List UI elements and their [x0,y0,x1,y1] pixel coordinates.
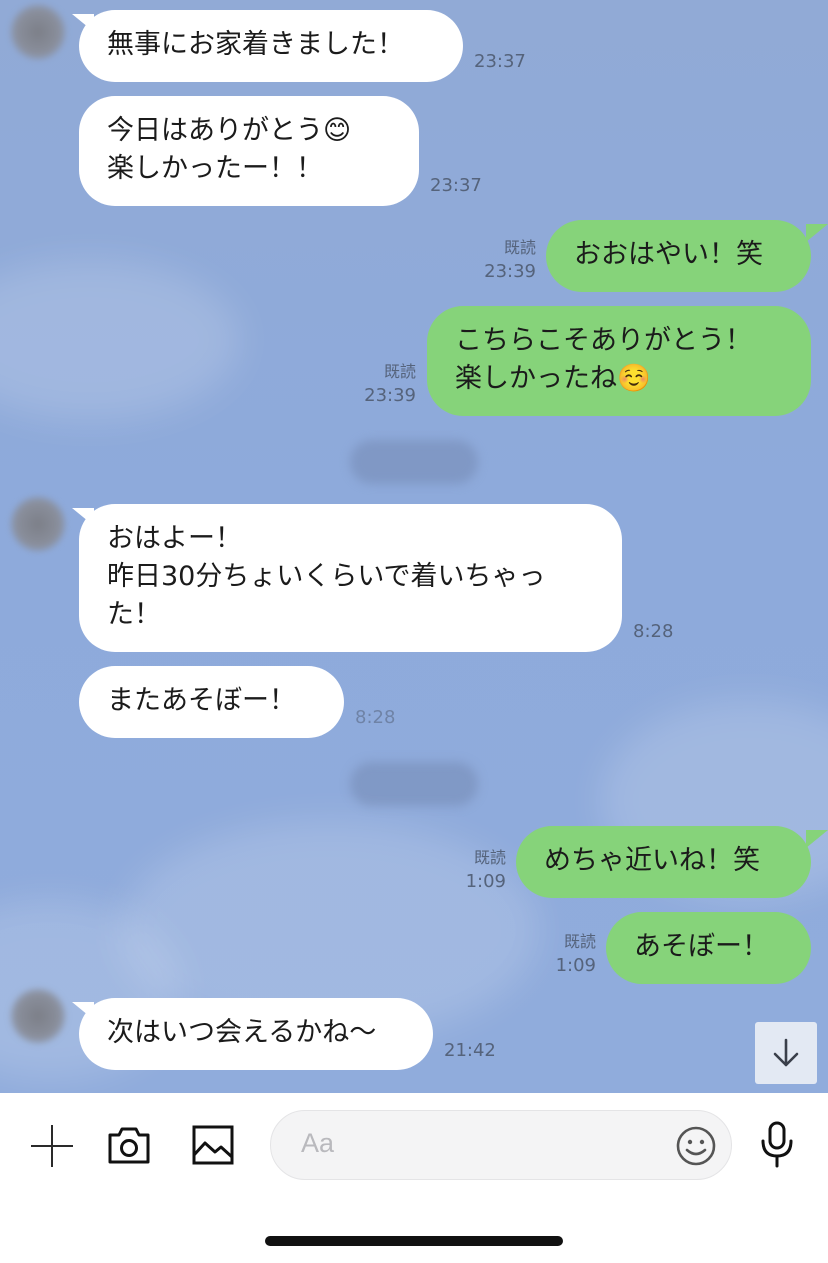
message-bubble-incoming[interactable]: おはよー！ 昨日30分ちょいくらいで着いちゃった！ [79,504,622,652]
message-time: 23:39 [484,261,536,282]
message-time: 23:39 [364,385,416,406]
read-receipt: 既読 1:09 [500,930,596,978]
read-label: 既読 [473,848,506,867]
image-button[interactable] [188,1120,238,1170]
scroll-to-bottom-button[interactable] [755,1022,817,1084]
microphone-icon [761,1121,793,1168]
message-time: 21:42 [444,1040,496,1061]
arrow-down-icon [773,1038,799,1067]
message-bubble-incoming[interactable]: 次はいつ会えるかね〜 [79,998,433,1070]
plus-icon [31,1125,73,1167]
read-receipt: 既読 23:39 [440,236,536,284]
avatar[interactable] [10,496,66,552]
camera-icon [108,1127,150,1164]
message-time: 23:37 [430,175,482,196]
message-bubble-incoming[interactable]: 無事にお家着きました！ [79,10,463,82]
message-time: 1:09 [465,871,506,892]
microphone-button[interactable] [752,1118,802,1170]
avatar[interactable] [10,4,66,60]
message-time: 8:28 [355,707,396,728]
read-label: 既読 [503,238,536,257]
home-indicator[interactable] [265,1236,563,1246]
read-label: 既読 [563,932,596,951]
date-separator [350,762,478,806]
bubble-tail [806,224,828,242]
read-receipt: 既読 1:09 [410,846,506,894]
message-bubble-outgoing[interactable]: めちゃ近いね！笑 [516,826,811,898]
emoji-icon [676,1126,716,1166]
message-bubble-outgoing[interactable]: おおはやい！笑 [546,220,811,292]
read-label: 既読 [383,362,416,381]
message-input[interactable]: Aa [270,1110,732,1180]
emoji-button[interactable] [673,1123,719,1169]
message-bubble-outgoing[interactable]: こちらこそありがとう！ 楽しかったね☺️ [427,306,811,416]
message-bubble-incoming[interactable]: 今日はありがとう😊 楽しかったー！！ [79,96,419,206]
message-time: 8:28 [633,621,674,642]
input-placeholder: Aa [301,1128,335,1158]
message-time: 1:09 [555,955,596,976]
image-icon [192,1125,234,1165]
add-button[interactable] [26,1120,78,1172]
message-time: 23:37 [474,51,526,72]
date-separator [350,440,478,484]
message-bubble-outgoing[interactable]: あそぼー！ [606,912,811,984]
bubble-tail [806,830,828,848]
avatar[interactable] [10,988,66,1044]
chat-area[interactable]: 無事にお家着きました！ 23:37 今日はありがとう😊 楽しかったー！！ 23:… [0,0,828,1093]
message-bubble-incoming[interactable]: またあそぼー！ [79,666,344,738]
camera-button[interactable] [104,1120,154,1170]
read-receipt: 既読 23:39 [320,360,416,408]
